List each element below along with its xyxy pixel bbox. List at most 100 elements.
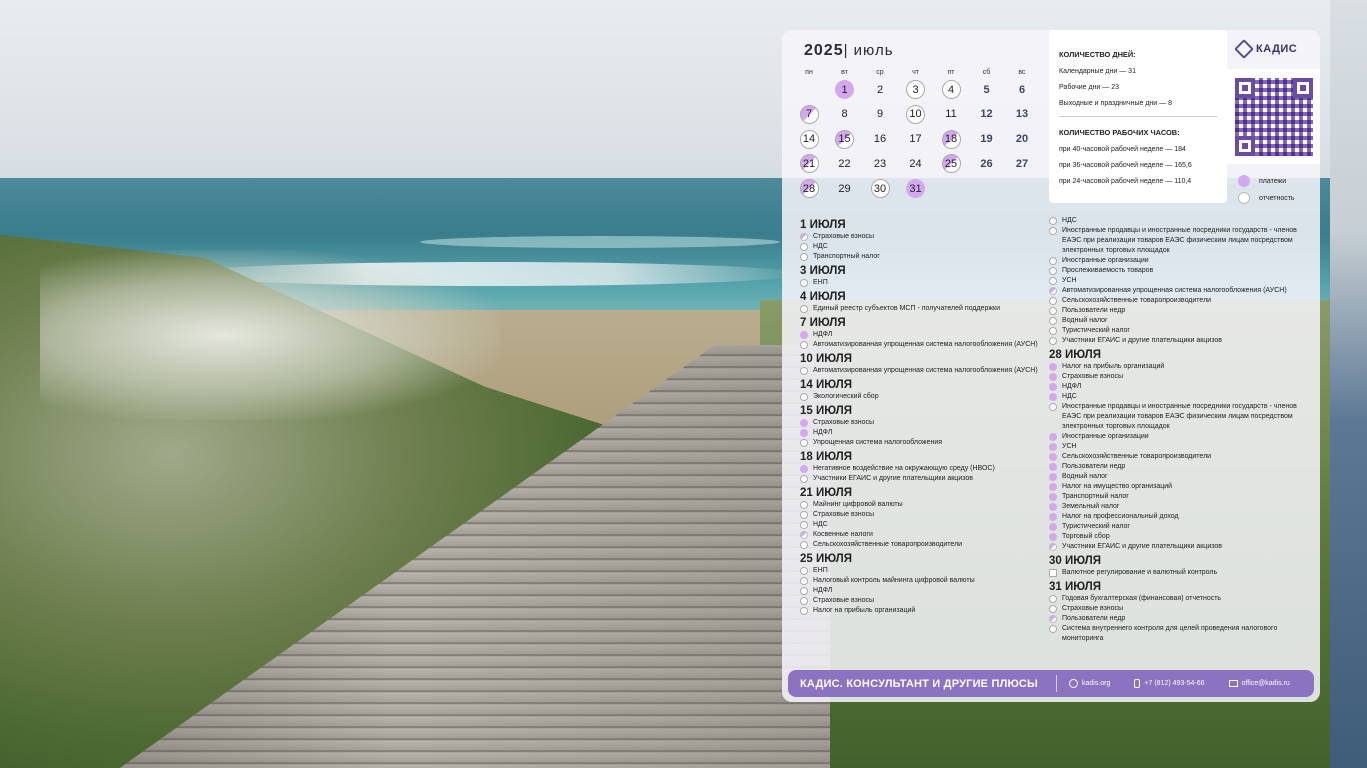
event-item[interactable]: Налог на профессиональный доход	[1049, 512, 1299, 522]
email-link[interactable]: office@kadis.ru	[1242, 680, 1290, 687]
calendar-day[interactable]: 23	[871, 154, 890, 173]
event-item[interactable]: Туристический налог	[1049, 326, 1299, 336]
phone-link[interactable]: +7 (812) 493-54-66	[1144, 680, 1204, 687]
event-item[interactable]: НДС	[800, 520, 1050, 530]
event-item[interactable]: Водный налог	[1049, 472, 1299, 482]
footer-phone[interactable]: +7 (812) 493-54-66	[1134, 679, 1205, 688]
event-item[interactable]: Валютное регулирование и валютный контро…	[1049, 568, 1299, 578]
event-item[interactable]: Страховые взносы	[800, 510, 1050, 520]
event-item[interactable]: Годовая бухгалтерская (финансовая) отчет…	[1049, 594, 1299, 604]
calendar-day[interactable]: 29	[835, 179, 854, 198]
event-item[interactable]: УСН	[1049, 442, 1299, 452]
calendar-day[interactable]: 4	[941, 80, 961, 99]
calendar-day[interactable]: 30	[870, 179, 890, 199]
event-label: Торговый сбор	[1062, 533, 1110, 540]
event-item[interactable]: Пользователи недр	[1049, 462, 1299, 472]
event-item[interactable]: Водный налог	[1049, 316, 1299, 326]
calendar-day[interactable]: 27	[1013, 154, 1032, 173]
footer-site[interactable]: kadis.org	[1069, 679, 1110, 688]
event-item[interactable]: Экологический сбор	[800, 392, 1050, 402]
event-item[interactable]: Налог на имущество организаций	[1049, 482, 1299, 492]
footer-email[interactable]: office@kadis.ru	[1228, 680, 1290, 687]
event-item[interactable]: Система внутреннего контроля для целей п…	[1049, 624, 1299, 644]
event-item[interactable]: Иностранные продавцы и иностранные посре…	[1049, 402, 1299, 432]
event-item[interactable]: Автоматизированная упрощенная система на…	[1049, 286, 1299, 296]
event-item[interactable]: Страховые взносы	[800, 596, 1050, 606]
event-item[interactable]: Участники ЕГАИС и другие плательщики акц…	[1049, 542, 1299, 552]
event-item[interactable]: НДС	[1049, 392, 1299, 402]
event-item[interactable]: Транспортный налог	[800, 252, 1050, 262]
event-item[interactable]: ЕНП	[800, 278, 1050, 288]
event-item[interactable]: Пользователи недр	[1049, 306, 1299, 316]
calendar-day[interactable]: 17	[906, 130, 925, 149]
calendar-day[interactable]: 3	[906, 80, 925, 99]
event-item[interactable]: НДФЛ	[1049, 382, 1299, 392]
event-item[interactable]: Участники ЕГАИС и другие плательщики акц…	[1049, 336, 1299, 346]
event-item[interactable]: Прослеживаемость товаров	[1049, 266, 1299, 276]
event-item[interactable]: Сельскохозяйственные товаропроизводители	[800, 540, 1050, 550]
event-item[interactable]: Страховые взносы	[1049, 372, 1299, 382]
site-link[interactable]: kadis.org	[1082, 680, 1110, 687]
event-item[interactable]: Налог на прибыль организаций	[1049, 362, 1299, 372]
calendar-day[interactable]: 26	[977, 154, 996, 173]
event-item[interactable]: НДС	[1049, 216, 1299, 226]
event-item[interactable]: Упрощенная система налогообложения	[800, 438, 1050, 448]
event-item[interactable]: Иностранные организации	[1049, 432, 1299, 442]
event-item[interactable]: Пользователи недр	[1049, 614, 1299, 624]
calendar-day[interactable]: 20	[1013, 130, 1032, 149]
qr-code[interactable]	[1227, 69, 1320, 164]
event-item[interactable]: НДФЛ	[800, 586, 1050, 596]
event-item[interactable]: Майнинг цифровой валюты	[800, 500, 1050, 510]
event-item[interactable]: Косвенные налоги	[800, 530, 1050, 540]
calendar-day[interactable]: 2	[871, 80, 890, 99]
event-item[interactable]: Торговый сбор	[1049, 532, 1299, 542]
calendar-day[interactable]: 9	[871, 105, 890, 124]
event-item[interactable]: Иностранные продавцы и иностранные посре…	[1049, 226, 1299, 256]
event-item[interactable]: Сельскохозяйственные товаропроизводители	[1049, 296, 1299, 306]
event-item[interactable]: Автоматизированная упрощенная система на…	[800, 340, 1050, 350]
event-item[interactable]: Негативное воздействие на окружающую сре…	[800, 464, 1050, 474]
calendar-day[interactable]: 18	[941, 129, 961, 149]
event-item[interactable]: Страховые взносы	[800, 418, 1050, 428]
calendar-day[interactable]: 25	[941, 154, 961, 174]
event-item[interactable]: Единый реестр субъектов МСП - получателе…	[800, 304, 1050, 314]
calendar-day[interactable]: 12	[977, 105, 996, 124]
calendar-day[interactable]: 10	[906, 104, 925, 124]
calendar-day[interactable]: 15	[835, 129, 854, 149]
calendar-day[interactable]: 7	[799, 104, 819, 124]
event-item[interactable]: Иностранные организации	[1049, 256, 1299, 266]
event-item[interactable]: Земельный налог	[1049, 502, 1299, 512]
event-item[interactable]: Туристический налог	[1049, 522, 1299, 532]
calendar-day[interactable]: 11	[942, 105, 961, 124]
legend-reports: отчетность	[1238, 192, 1295, 204]
calendar-day[interactable]: 14	[799, 129, 819, 149]
event-item[interactable]: УСН	[1049, 276, 1299, 286]
calendar-day[interactable]: 6	[1013, 80, 1032, 99]
event-item[interactable]: ЕНП	[800, 566, 1050, 576]
calendar-day[interactable]: 1	[835, 80, 854, 99]
event-item[interactable]: НДФЛ	[800, 428, 1050, 438]
event-item[interactable]: Транспортный налог	[1049, 492, 1299, 502]
calendar-day[interactable]: 31	[906, 179, 925, 199]
calendar-day[interactable]: 19	[977, 130, 996, 149]
event-label: НДС	[1062, 393, 1077, 400]
event-item[interactable]: НДФЛ	[800, 330, 1050, 340]
calendar-day[interactable]: 21	[799, 154, 819, 174]
event-item[interactable]: НДС	[800, 242, 1050, 252]
calendar-day[interactable]: 16	[871, 130, 890, 149]
calendar-day[interactable]: 5	[977, 80, 996, 99]
event-item[interactable]: Налоговый контроль майнинга цифровой вал…	[800, 576, 1050, 586]
calendar-day[interactable]: 24	[906, 154, 925, 173]
event-item[interactable]: Участники ЕГАИС и другие плательщики акц…	[800, 474, 1050, 484]
calendar-day[interactable]: 22	[835, 154, 854, 173]
event-item[interactable]: Налог на прибыль организаций	[800, 606, 1050, 616]
calendar-day[interactable]: 13	[1013, 105, 1032, 124]
off-days: Выходные и праздничные дни — 8	[1059, 100, 1172, 107]
event-item[interactable]: Сельскохозяйственные товаропроизводители	[1049, 452, 1299, 462]
calendar-day[interactable]: 28	[799, 179, 819, 199]
event-item[interactable]: Автоматизированная упрощенная система на…	[800, 366, 1050, 376]
event-item[interactable]: Страховые взносы	[800, 232, 1050, 242]
event-item[interactable]: Страховые взносы	[1049, 604, 1299, 614]
event-label: ЕНП	[813, 567, 828, 574]
calendar-day[interactable]: 8	[835, 105, 854, 124]
